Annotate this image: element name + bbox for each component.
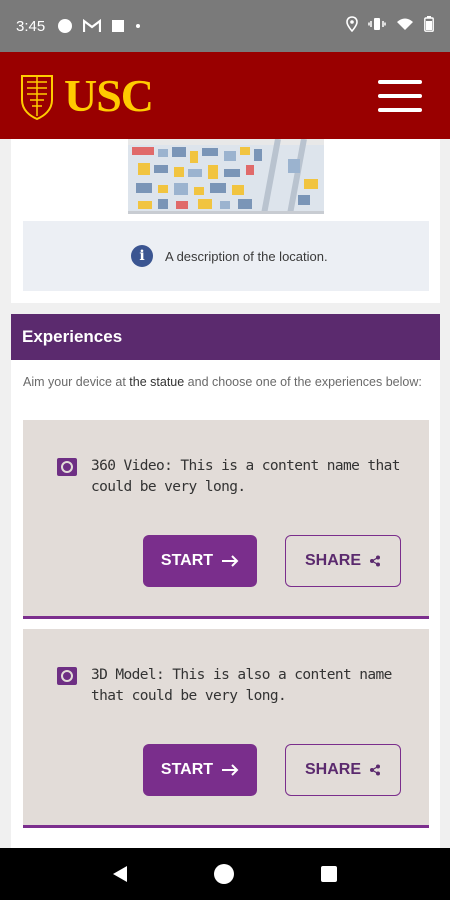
share-icon (370, 555, 380, 567)
share-button[interactable]: SHARE (285, 744, 401, 796)
location-description: A description of the location. (165, 248, 328, 264)
dot-icon (135, 23, 141, 29)
experience-title: 3D Model: This is also a content name th… (91, 667, 392, 704)
info-icon: i (131, 245, 153, 267)
start-button[interactable]: START (143, 535, 257, 587)
square-notification-icon (111, 19, 125, 33)
home-icon[interactable] (213, 864, 234, 884)
usc-logo[interactable]: USC (18, 69, 154, 122)
campus-map-image[interactable] (128, 139, 324, 214)
wifi-icon (396, 17, 414, 36)
experiences-intro: Aim your device at the statue and choose… (23, 375, 422, 389)
battery-icon (424, 15, 434, 37)
experiences-heading: Experiences (11, 314, 440, 360)
share-button[interactable]: SHARE (285, 535, 401, 587)
status-time: 3:45 (16, 17, 46, 35)
scroll-content[interactable]: i A description of the location. Experie… (0, 139, 450, 848)
share-icon (370, 764, 380, 776)
experience-item: 3D Model: This is also a content name th… (23, 629, 429, 828)
recent-apps-icon[interactable] (320, 866, 337, 882)
camera-icon (57, 458, 77, 476)
gmail-icon (83, 19, 102, 33)
location-info-box: i A description of the location. (23, 221, 429, 291)
target-highlight: the statue (129, 375, 185, 389)
arrow-right-icon (222, 764, 239, 776)
vibrate-icon (368, 17, 386, 36)
experience-item: 360 Video: This is a content name that c… (23, 420, 429, 619)
circle-notification-icon (57, 18, 73, 34)
start-button[interactable]: START (143, 744, 257, 796)
status-bar: 3:45 (0, 0, 450, 52)
app-header: USC (0, 52, 450, 139)
arrow-right-icon (222, 555, 239, 567)
location-card: i A description of the location. (11, 139, 440, 303)
back-icon[interactable] (113, 866, 128, 882)
hamburger-menu-icon[interactable] (378, 79, 422, 112)
camera-icon (57, 667, 77, 685)
location-icon (346, 15, 358, 37)
experiences-card: Experiences Aim your device at the statu… (11, 314, 440, 848)
system-nav-bar (0, 848, 450, 900)
experience-title: 360 Video: This is a content name that c… (91, 458, 401, 495)
logo-wordmark: USC (64, 70, 154, 121)
usc-seal-icon (21, 74, 53, 120)
